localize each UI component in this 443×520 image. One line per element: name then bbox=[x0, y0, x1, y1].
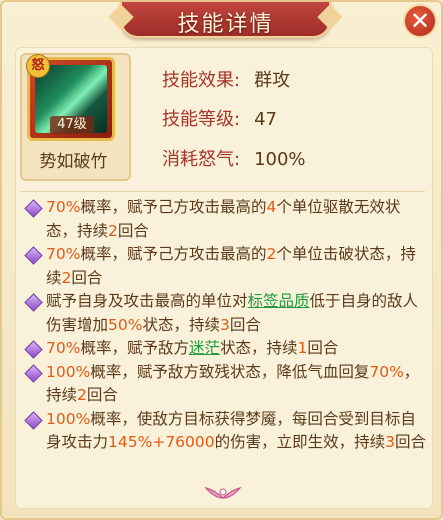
attribute-label: 技能等级: bbox=[162, 109, 241, 130]
attribute-level: 技能等级: 47 bbox=[162, 105, 277, 131]
highlight-value: 4 bbox=[266, 198, 277, 216]
effect-text: 赋予自身及攻击最高的单位对 bbox=[46, 292, 248, 310]
skill-icon[interactable]: 怒 47级 bbox=[26, 54, 115, 141]
effect-text: 回合 bbox=[117, 221, 149, 240]
rage-badge: 怒 bbox=[26, 54, 50, 78]
status-link[interactable]: 标签品质 bbox=[248, 292, 310, 310]
attribute-label: 消耗怒气: bbox=[162, 149, 241, 170]
skill-detail-panel: 技能详情 ✕ 怒 47级 势如破竹 技能效果: 群攻 技能等级: 47 消耗怒气: 1… bbox=[0, 0, 443, 520]
gem-bullet-icon bbox=[24, 410, 43, 430]
effect-line: 100%概率，赋予敌方致残状态，降低气血回复70%，持续2回合 bbox=[24, 361, 428, 408]
effect-text: 概率，赋予敌方致残状态，降低气血回复 bbox=[90, 362, 370, 381]
highlight-value: 2 bbox=[61, 268, 72, 287]
highlight-value: 3 bbox=[385, 433, 396, 451]
status-link[interactable]: 迷茫 bbox=[189, 339, 220, 357]
effect-text: 状态，持续 bbox=[219, 339, 298, 357]
highlight-value: 100% bbox=[46, 409, 91, 428]
effect-text: 状态，持续 bbox=[142, 315, 220, 334]
attribute-effect: 技能效果: 群攻 bbox=[162, 66, 290, 92]
effect-line: 70%概率，赋予己方攻击最高的4个单位驱散无效状态，持续2回合 bbox=[24, 196, 428, 243]
highlight-value: 2 bbox=[77, 386, 87, 404]
effect-text: 概率，赋予己方攻击最高的 bbox=[80, 245, 267, 263]
effect-list: 70%概率，赋予己方攻击最高的4个单位驱散无效状态，持续2回合 70%概率，赋予己… bbox=[24, 196, 428, 455]
effect-text: 回合 bbox=[229, 315, 261, 334]
close-icon: ✕ bbox=[409, 7, 431, 35]
effect-text: 回合 bbox=[395, 433, 427, 451]
gem-bullet-icon bbox=[24, 293, 43, 312]
highlight-value: 2 bbox=[266, 245, 277, 263]
effect-text: 回合 bbox=[307, 339, 339, 357]
skill-level-tag: 47级 bbox=[50, 116, 94, 134]
effect-text: 回合 bbox=[86, 386, 118, 404]
highlight-value: 1 bbox=[297, 339, 308, 357]
divider bbox=[20, 191, 425, 192]
effect-line: 赋予自身及攻击最高的单位对标签品质低于自身的敌人伤害增加50%状态，持续3回合 bbox=[24, 290, 428, 337]
skill-name: 势如破竹 bbox=[39, 152, 108, 172]
effect-text: 概率，赋予敌方 bbox=[80, 339, 189, 357]
highlight-value: 100% bbox=[46, 362, 91, 381]
effect-line: 70%概率，赋予敌方迷茫状态，持续1回合 bbox=[24, 337, 428, 361]
highlight-value: 70% bbox=[46, 339, 81, 357]
effect-line: 70%概率，赋予己方攻击最高的2个单位击破状态，持续2回合 bbox=[24, 243, 428, 290]
attribute-label: 技能效果: bbox=[162, 70, 241, 91]
highlight-value: 70% bbox=[369, 362, 404, 381]
highlight-value: 2 bbox=[108, 221, 118, 240]
close-button[interactable]: ✕ bbox=[403, 4, 437, 38]
gem-bullet-icon bbox=[24, 363, 43, 383]
effect-text: 回合 bbox=[71, 268, 103, 287]
highlight-value: 70% bbox=[46, 198, 81, 216]
effect-text: 概率，赋予己方攻击最高的 bbox=[80, 198, 267, 216]
effect-text: 的伤害，立即生效，持续 bbox=[214, 433, 386, 451]
attribute-value: 群攻 bbox=[254, 70, 291, 91]
attribute-value: 47 bbox=[254, 109, 277, 130]
title-bar: 技能详情 bbox=[120, 2, 331, 38]
highlight-value: 50% bbox=[108, 315, 143, 334]
highlight-value: 70% bbox=[46, 245, 81, 263]
gem-bullet-icon bbox=[24, 340, 43, 359]
gem-bullet-icon bbox=[24, 199, 43, 218]
scroll-down-icon[interactable] bbox=[202, 482, 244, 508]
attribute-rage-cost: 消耗怒气: 100% bbox=[162, 145, 306, 171]
highlight-value: 145%+76000 bbox=[108, 433, 215, 451]
highlight-value: 3 bbox=[219, 315, 230, 334]
attribute-value: 100% bbox=[254, 149, 306, 170]
effect-line: 100%概率，使敌方目标获得梦魇，每回合受到目标自身攻击力145%+76000的… bbox=[24, 408, 428, 455]
gem-bullet-icon bbox=[24, 246, 43, 265]
panel-title: 技能详情 bbox=[177, 12, 274, 37]
